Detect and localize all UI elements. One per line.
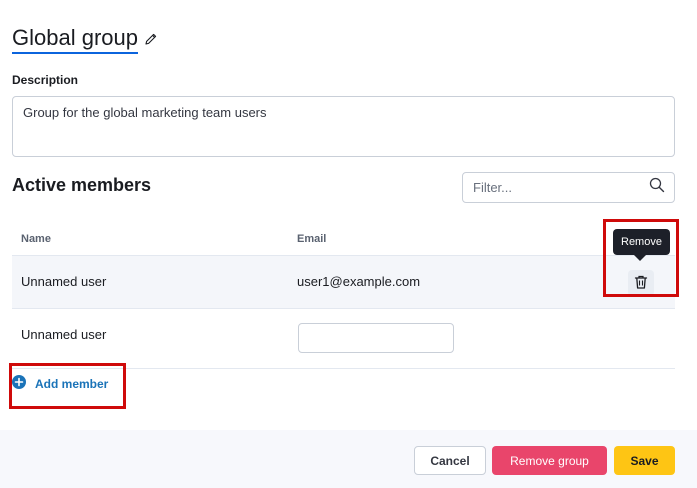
cancel-button[interactable]: Cancel (414, 446, 486, 475)
pencil-icon[interactable] (144, 32, 158, 46)
member-name: Unnamed user (21, 327, 107, 342)
table-row: Unnamed user (12, 309, 675, 369)
active-members-title: Active members (12, 175, 152, 195)
remove-group-button[interactable]: Remove group (492, 446, 607, 475)
members-table: Name Email Unnamed user user1@example.co… (12, 222, 675, 369)
search-icon (649, 177, 665, 198)
title-row: Global group (12, 24, 158, 54)
email-input[interactable] (298, 323, 454, 353)
highlight-remove-box (603, 219, 679, 297)
column-header-name[interactable]: Name (21, 233, 51, 245)
group-edit-panel: Global group Description Group for the g… (0, 0, 697, 488)
description-label: Description (12, 73, 79, 87)
highlight-add-box (9, 363, 126, 409)
description-textarea[interactable]: Group for the global marketing team user… (12, 96, 675, 157)
group-title[interactable]: Global group (12, 24, 138, 54)
table-row: Unnamed user user1@example.com (12, 256, 675, 309)
table-header: Name Email (12, 222, 675, 256)
filter-field[interactable] (462, 172, 675, 203)
filter-input[interactable] (473, 180, 649, 195)
member-name: Unnamed user (21, 274, 107, 289)
save-button[interactable]: Save (614, 446, 675, 475)
column-header-email[interactable]: Email (297, 233, 326, 245)
member-email: user1@example.com (297, 274, 421, 289)
